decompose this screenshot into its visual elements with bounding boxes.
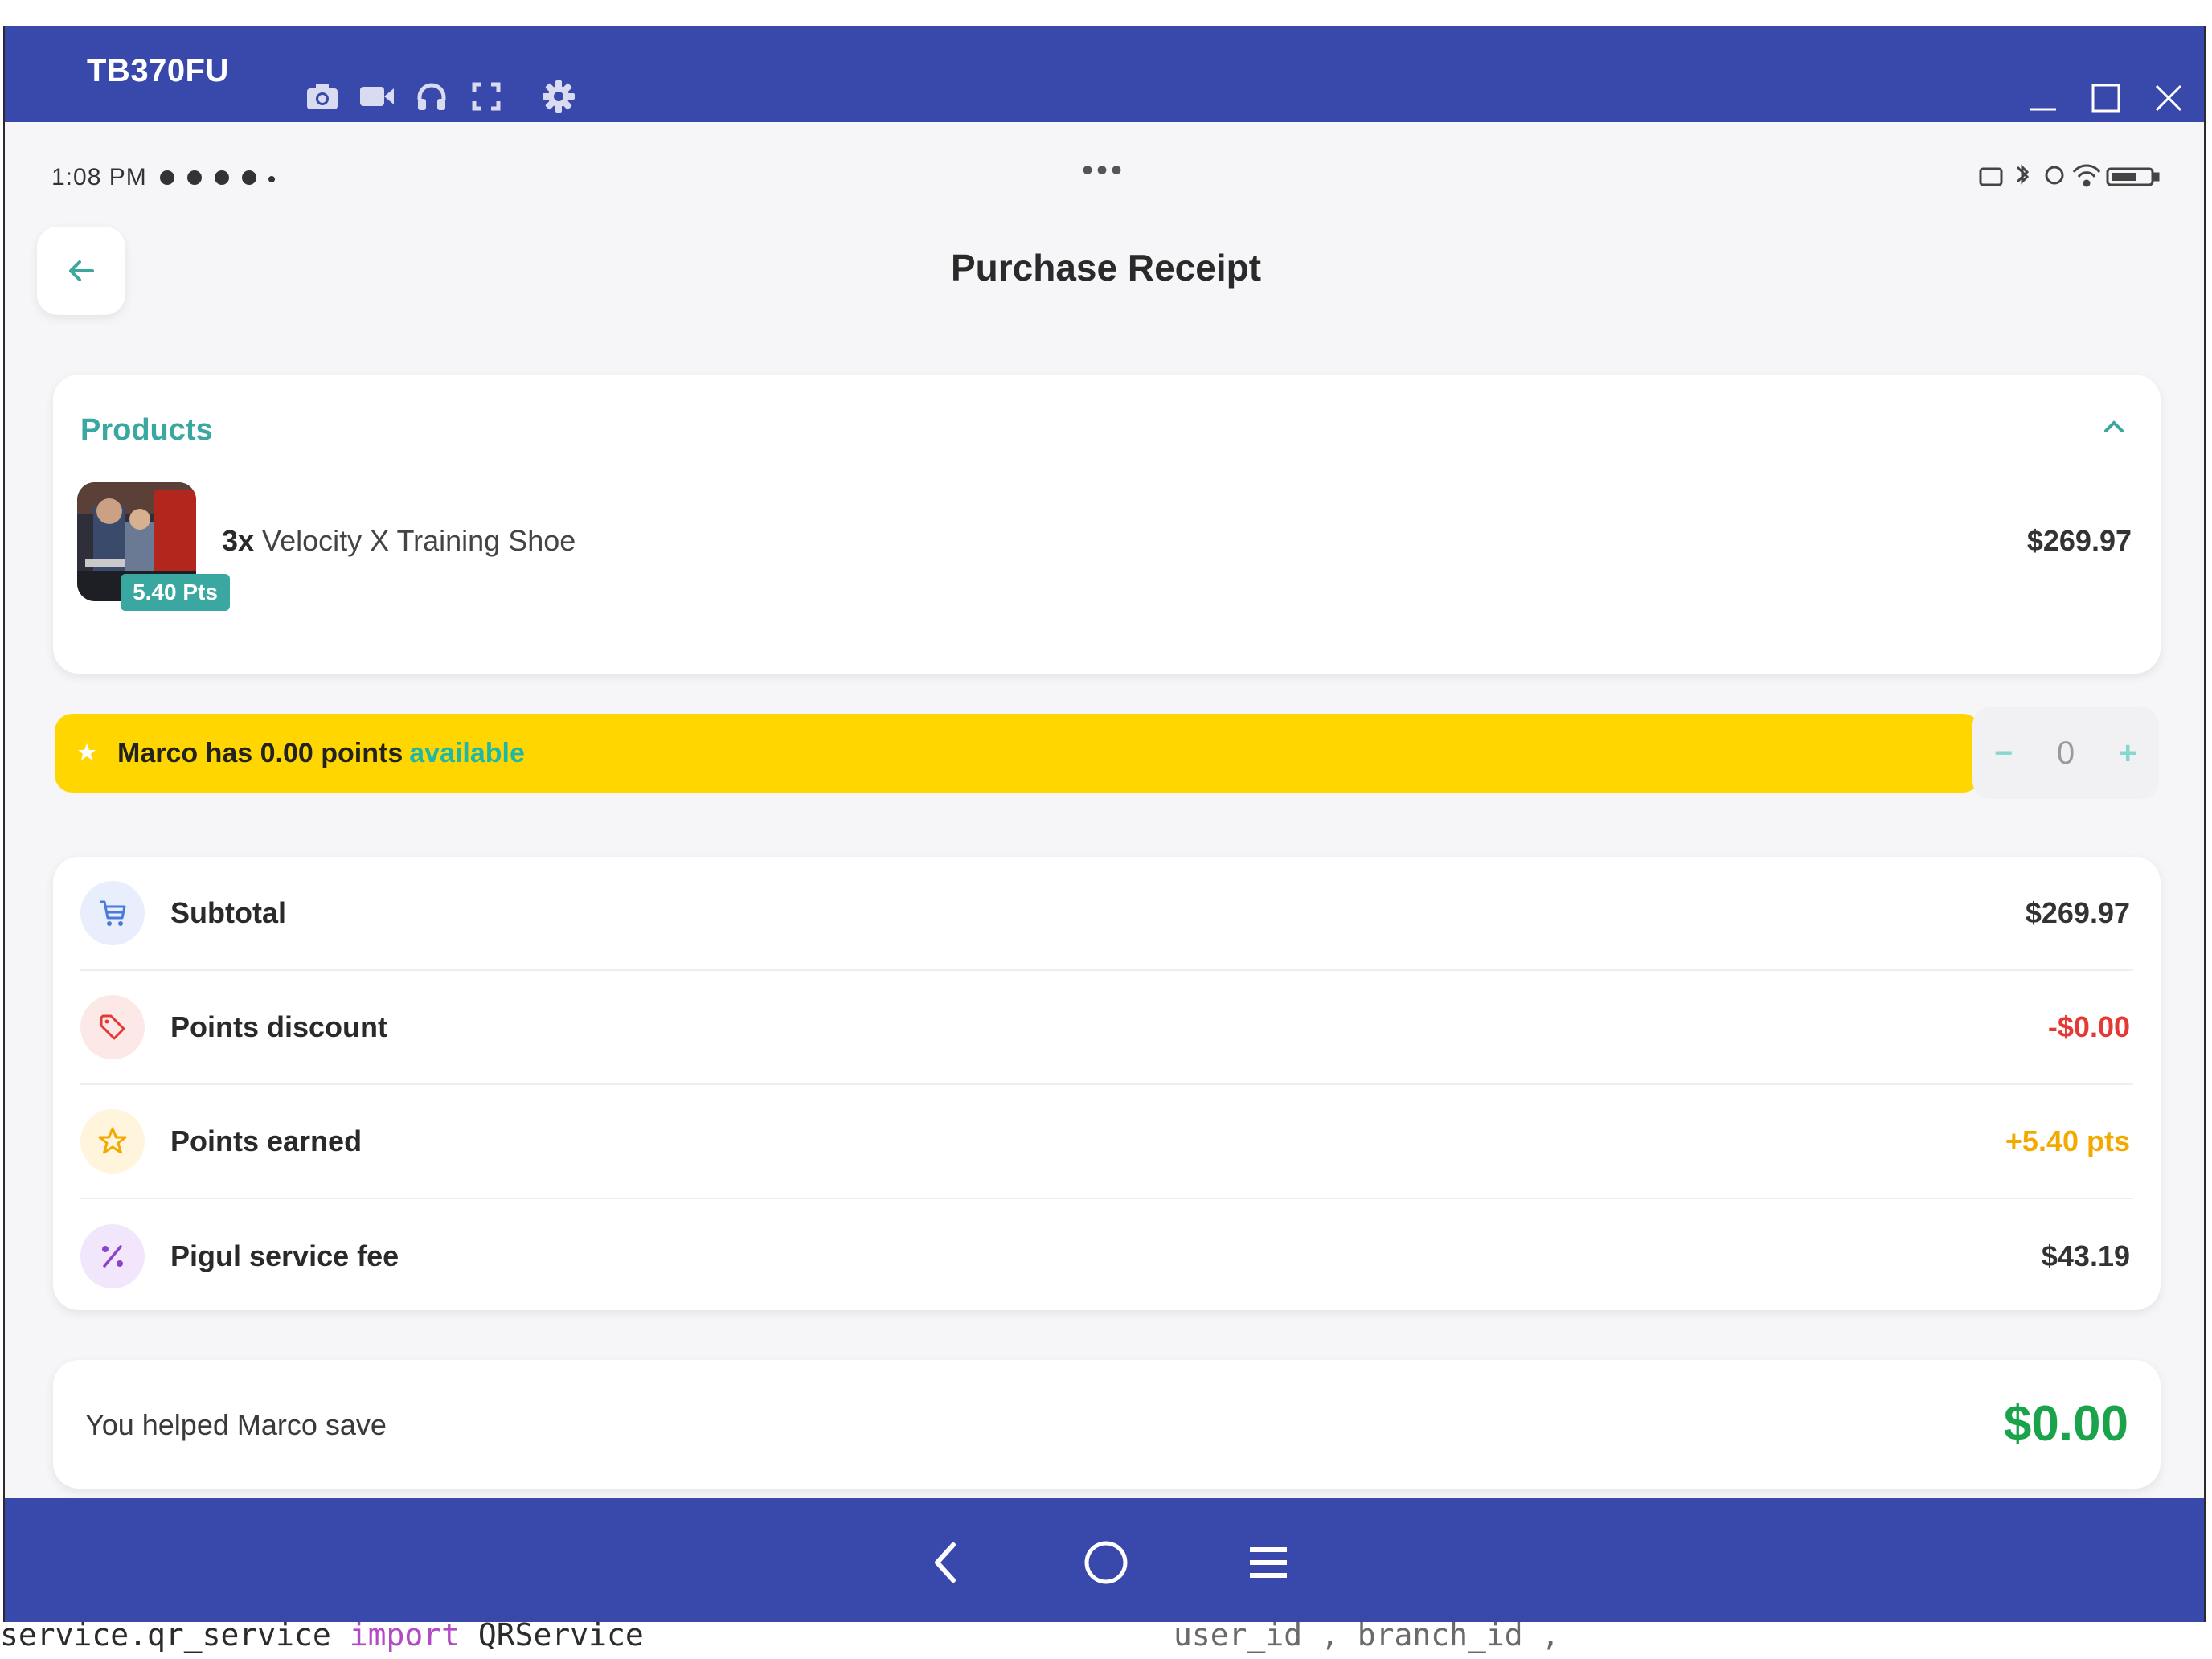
minimize-icon[interactable] (2024, 79, 2062, 117)
status-bar: 1:08 PM ••• (5, 122, 2204, 190)
status-time: 1:08 PM (51, 164, 278, 191)
summary-label: Points earned (170, 1124, 363, 1157)
star-icon (80, 1109, 145, 1174)
product-line-item: 3x Velocity X Training Shoe (222, 524, 576, 558)
stepper-value: 0 (2056, 735, 2075, 771)
background-code-editor: service.qr_service import QRService user… (0, 1616, 2212, 1659)
window-controls (2024, 79, 2188, 117)
products-section-title: Products (80, 413, 213, 447)
close-icon[interactable] (2149, 79, 2188, 117)
status-system-icons (1979, 164, 2172, 188)
status-center-dots: ••• (1082, 153, 1126, 188)
summary-value: -$0.00 (2047, 1010, 2130, 1043)
product-price: $269.97 (2026, 524, 2132, 557)
summary-label: Subtotal (170, 896, 286, 929)
emulator-window: TB370FU 1:08 PM ••• Purchase Receipt Pro… (3, 26, 2206, 1622)
points-banner-text: Marco has 0.00 points (117, 737, 403, 768)
video-icon[interactable] (358, 79, 395, 114)
points-banner: Marco has 0.00 points available (55, 714, 1981, 793)
nav-menu-icon[interactable] (1236, 1530, 1301, 1595)
camera-icon[interactable] (304, 79, 341, 114)
headphones-icon[interactable] (413, 79, 450, 114)
emulator-titlebar: TB370FU (5, 26, 2204, 122)
page-title: Purchase Receipt (950, 247, 1262, 289)
savings-value: $0.00 (2003, 1396, 2128, 1452)
summary-value: +5.40 pts (2005, 1124, 2130, 1157)
summary-card: Subtotal $269.97 Points discount -$0.00 … (53, 857, 2161, 1310)
summary-row-service-fee: Pigul service fee $43.19 (80, 1199, 2133, 1313)
summary-label: Points discount (170, 1010, 387, 1043)
increment-button[interactable]: + (2118, 735, 2136, 772)
system-tray-icon (1979, 164, 2160, 187)
device-name: TB370FU (87, 53, 229, 88)
points-badge: 5.40 Pts (121, 574, 230, 611)
summary-label: Pigul service fee (170, 1239, 399, 1272)
maximize-icon[interactable] (2087, 79, 2125, 117)
summary-value: $43.19 (2041, 1239, 2130, 1272)
points-stepper: − 0 + (1972, 707, 2159, 799)
product-quantity: 3x (222, 524, 255, 557)
gear-icon[interactable] (540, 79, 577, 114)
savings-card: You helped Marco save $0.00 (53, 1360, 2161, 1489)
tag-icon (80, 995, 145, 1059)
android-nav-bar (5, 1498, 2204, 1622)
chevron-up-icon[interactable] (2101, 416, 2127, 440)
cart-icon (80, 881, 145, 945)
product-name: Velocity X Training Shoe (262, 524, 576, 557)
fullscreen-icon[interactable] (468, 79, 505, 114)
percent-icon (80, 1224, 145, 1288)
products-card: Products 5.40 Pts 3x Velocity X Training … (53, 375, 2161, 674)
nav-home-icon[interactable] (1074, 1530, 1138, 1595)
decrement-button[interactable]: − (1994, 735, 2013, 772)
summary-row-points-discount: Points discount -$0.00 (80, 971, 2133, 1085)
summary-row-subtotal: Subtotal $269.97 (80, 857, 2133, 971)
emulator-toolbar (304, 79, 577, 114)
points-available-link[interactable]: available (409, 738, 525, 769)
code-line-left: service.qr_service import QRService (0, 1617, 644, 1653)
savings-label: You helped Marco save (85, 1408, 387, 1441)
summary-row-points-earned: Points earned +5.40 pts (80, 1085, 2133, 1199)
summary-value: $269.97 (2025, 896, 2130, 929)
code-line-right: user_id , branch_id , (1174, 1617, 1560, 1653)
star-icon (77, 738, 96, 769)
nav-back-icon[interactable] (913, 1530, 977, 1595)
